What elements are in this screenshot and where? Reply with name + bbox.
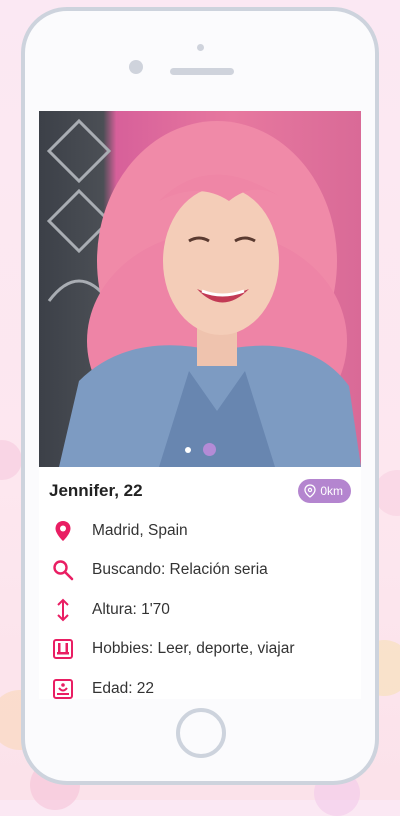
detail-looking-for-text: Buscando: Relación seria: [92, 561, 268, 579]
phone-sensor: [197, 44, 204, 51]
profile-photo[interactable]: [39, 111, 361, 467]
height-arrow-icon: [49, 596, 77, 624]
pagination-dot-active[interactable]: [202, 443, 216, 457]
profile-header: Jennifer, 22 0km: [49, 479, 351, 505]
phone-frame: Jennifer, 22 0km Madrid, Spain Buscando:…: [21, 7, 379, 785]
profile-photo-illustration: [46, 118, 361, 467]
hobbies-icon: [49, 635, 77, 663]
detail-height-text: Altura: 1'70: [92, 600, 170, 618]
photo-pagination[interactable]: [39, 441, 361, 459]
distance-text: 0km: [320, 484, 343, 498]
phone-home-button[interactable]: [176, 708, 226, 758]
detail-height: Altura: 1'70: [49, 590, 351, 630]
detail-location: Madrid, Spain: [49, 511, 351, 551]
detail-age-text: Edad: 22: [92, 679, 155, 697]
detail-age: Edad: 22: [49, 669, 351, 699]
distance-badge: 0km: [298, 479, 351, 503]
profile-details: Madrid, Spain Buscando: Relación seria A…: [49, 511, 351, 699]
pagination-dot[interactable]: [184, 446, 191, 453]
search-icon: [49, 556, 77, 584]
phone-speaker: [170, 68, 234, 75]
detail-looking-for: Buscando: Relación seria: [49, 551, 351, 591]
detail-location-text: Madrid, Spain: [92, 521, 188, 539]
detail-hobbies: Hobbies: Leer, deporte, viajar: [49, 630, 351, 670]
age-icon: [49, 675, 77, 699]
profile-name-age: Jennifer, 22: [49, 481, 143, 500]
location-pin-icon: [49, 517, 77, 545]
phone-camera: [129, 60, 143, 74]
background-heart: [0, 440, 22, 480]
profile-screen: Jennifer, 22 0km Madrid, Spain Buscando:…: [39, 111, 361, 699]
detail-hobbies-text: Hobbies: Leer, deporte, viajar: [92, 640, 295, 658]
location-outline-icon: [304, 484, 316, 498]
